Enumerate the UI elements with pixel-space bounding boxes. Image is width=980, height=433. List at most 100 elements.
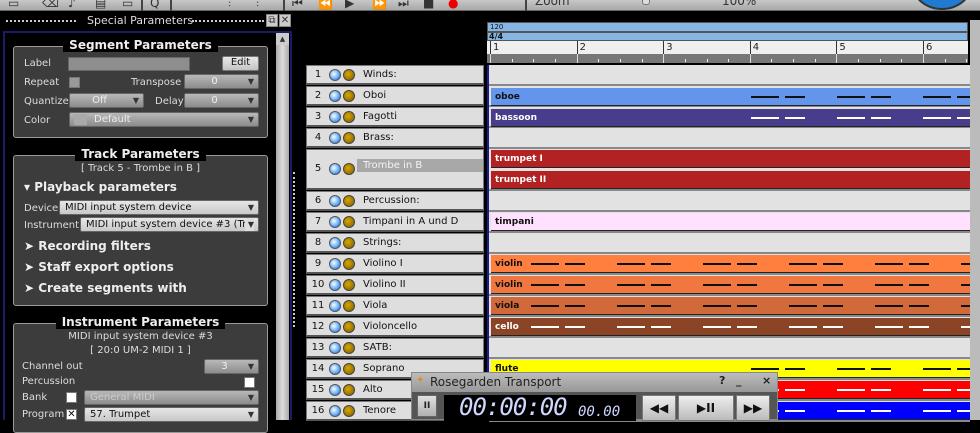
toolbar-icon[interactable]: ▭ (8, 0, 19, 10)
mute-led-icon[interactable] (329, 111, 341, 123)
track-name[interactable]: SATB: (363, 342, 392, 353)
mute-led-icon[interactable] (329, 237, 341, 249)
record-led-icon[interactable] (343, 163, 355, 175)
track-row[interactable]: 4 Brass: (306, 128, 484, 148)
track-row[interactable]: 11 Viola (306, 296, 484, 316)
track-name[interactable]: Timpani in A und D (363, 216, 458, 227)
segment[interactable]: timpani (491, 213, 970, 231)
mute-led-icon[interactable] (329, 163, 341, 175)
rewind-button[interactable]: ◀◀ (642, 395, 676, 421)
transpose-select[interactable]: 0 ▼ (184, 74, 259, 89)
record-led-icon[interactable] (343, 279, 355, 291)
instrument-select[interactable]: MIDI input system device #3 (Tr ▼ (80, 217, 259, 232)
search-icon[interactable]: Q (150, 0, 159, 10)
segment[interactable]: cello (491, 318, 970, 336)
fast-forward-button[interactable]: ▶▶ (736, 395, 770, 421)
track-name[interactable]: Viola (363, 300, 387, 311)
record-led-icon[interactable] (343, 132, 355, 144)
record-icon[interactable]: ● (448, 0, 458, 10)
track-name[interactable]: Trombe in B (357, 159, 483, 172)
delay-select[interactable]: 0 ▼ (184, 93, 259, 108)
track-name[interactable]: Alto (363, 384, 383, 395)
tempo-ruler[interactable]: 120 (487, 22, 968, 32)
track-name[interactable]: Violino I (363, 258, 403, 269)
recording-filters-toggle[interactable]: ➤ Recording filters (24, 239, 151, 253)
record-led-icon[interactable] (343, 69, 355, 81)
mixer-icon[interactable]: ⫶ (256, 0, 259, 11)
track-row[interactable]: 12 Violoncello (306, 317, 484, 337)
track-row[interactable]: 9 Violino I (306, 254, 484, 274)
segment[interactable]: viola (491, 297, 970, 315)
stop-icon[interactable]: ■ (423, 0, 434, 10)
track-name[interactable]: Violino II (363, 279, 406, 290)
record-led-icon[interactable] (343, 300, 355, 312)
channel-out-select[interactable]: 3 ▼ (204, 359, 259, 374)
device-select[interactable]: MIDI input system device ▼ (59, 200, 259, 215)
mute-led-icon[interactable] (329, 342, 341, 354)
segment[interactable]: violin (491, 255, 970, 273)
dock-title-bar[interactable]: Special Parameters ⧉ ✕ (0, 13, 291, 29)
forward-end-icon[interactable]: ⏭ (398, 0, 409, 11)
vertical-scrollbar[interactable] (970, 20, 980, 420)
track-row[interactable]: 5 Trombe in B (306, 149, 484, 190)
play-icon[interactable]: ▶ (345, 0, 354, 10)
track-name[interactable]: Fagotti (363, 111, 397, 122)
time-signature-ruler[interactable]: 4/4 (487, 32, 968, 41)
track-row[interactable]: 3 Fagotti (306, 107, 484, 127)
record-led-icon[interactable] (343, 384, 355, 396)
track-row[interactable]: 10 Violino II (306, 275, 484, 295)
repeat-checkbox[interactable] (69, 77, 80, 88)
fast-forward-icon[interactable]: ⏩ (372, 0, 387, 10)
play-pause-button[interactable]: ▶II (678, 395, 734, 421)
track-row[interactable]: 1 Winds: (306, 65, 484, 85)
rewind-icon[interactable]: ⏪ (318, 0, 333, 10)
track-name[interactable]: Winds: (363, 69, 397, 80)
record-led-icon[interactable] (343, 237, 355, 249)
pause-button[interactable]: II (417, 395, 437, 417)
track-name[interactable]: Brass: (363, 132, 394, 143)
track-row[interactable]: 8 Strings: (306, 233, 484, 253)
bar-ruler[interactable]: 123456 (487, 41, 968, 54)
toolbar-icon[interactable]: ⌫ (42, 0, 59, 10)
segment[interactable]: trumpet I (491, 150, 970, 168)
quantize-select[interactable]: Off ▼ (69, 93, 144, 108)
mute-led-icon[interactable] (329, 258, 341, 270)
track-name[interactable]: Strings: (363, 237, 401, 248)
track-lane[interactable] (489, 128, 970, 149)
record-led-icon[interactable] (343, 363, 355, 375)
bank-select[interactable]: General MIDI ▼ (84, 390, 259, 405)
toolbar-icon[interactable]: ♪ (68, 0, 76, 10)
program-checkbox[interactable]: ✕ (66, 409, 77, 420)
mute-led-icon[interactable] (329, 321, 341, 333)
segment[interactable]: trumpet II (491, 171, 970, 189)
mute-led-icon[interactable] (329, 405, 341, 417)
scroll-up-icon[interactable]: ▲ (276, 33, 289, 45)
record-led-icon[interactable] (343, 321, 355, 333)
segment[interactable]: violin (491, 276, 970, 294)
mixer-icon[interactable]: ⫶ (228, 0, 231, 11)
track-row[interactable]: 2 Oboi (306, 86, 484, 106)
segment[interactable]: oboe (491, 88, 970, 106)
track-row[interactable]: 13 SATB: (306, 338, 484, 358)
mute-led-icon[interactable] (329, 195, 341, 207)
playback-parameters-toggle[interactable]: ▾ Playback parameters (24, 180, 177, 194)
track-lane[interactable] (489, 338, 970, 359)
toolbar-icon[interactable]: ▭ (122, 0, 133, 10)
track-name[interactable]: Soprano (363, 363, 405, 374)
record-led-icon[interactable] (343, 342, 355, 354)
track-name[interactable]: Tenore (363, 405, 396, 416)
mute-led-icon[interactable] (329, 384, 341, 396)
edit-button[interactable]: Edit (222, 56, 259, 71)
track-lane[interactable] (489, 65, 970, 86)
track-lane[interactable] (489, 233, 970, 254)
record-led-icon[interactable] (343, 90, 355, 102)
close-icon[interactable]: ✕ (279, 14, 291, 27)
mute-led-icon[interactable] (329, 216, 341, 228)
splitter-handle[interactable] (293, 172, 296, 327)
segment-canvas[interactable]: oboe bassoon trumpet I trumpet II timpani vio… (487, 65, 970, 422)
record-led-icon[interactable] (343, 405, 355, 417)
rewind-start-icon[interactable]: ⏮ (292, 0, 303, 11)
panel-scrollbar[interactable]: ▲ (276, 33, 289, 420)
help-button[interactable]: ? (719, 374, 725, 387)
transport-title-bar[interactable]: ✦ Rosegarden Transport ? _ × (412, 373, 777, 392)
